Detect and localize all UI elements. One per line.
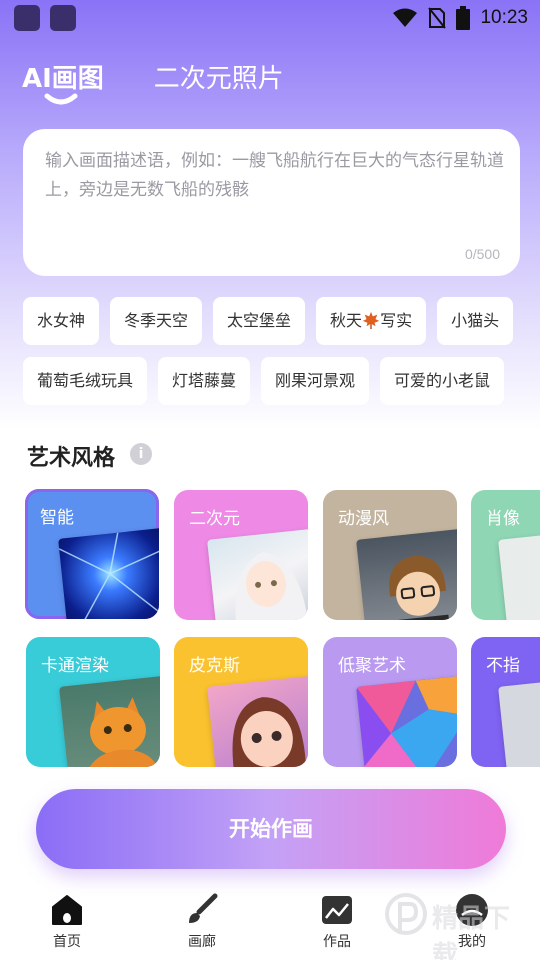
- style-thumbnail: [356, 675, 457, 767]
- cat-graphic: [86, 697, 159, 767]
- maple-leaf-icon: [362, 311, 380, 329]
- prompt-placeholder: 输入画面描述语，例如：一艘飞船航行在巨大的气态行星轨道上，旁边是无数飞船的残骸: [45, 151, 504, 200]
- style-card-cartoon-render[interactable]: 卡通渲染: [26, 637, 160, 767]
- app-notification-icon: [14, 5, 40, 31]
- style-thumbnail: [356, 528, 457, 620]
- nav-label: 作品: [323, 934, 351, 950]
- style-card-unspecified[interactable]: 不指: [471, 637, 540, 767]
- suggestion-chip[interactable]: 小猫头: [437, 297, 514, 345]
- low-poly-graphic: [356, 675, 457, 767]
- nav-label: 画廊: [188, 934, 216, 950]
- nav-item-gallery[interactable]: 画廊: [167, 893, 237, 951]
- app-notification-icon: [50, 5, 76, 31]
- style-card-comic[interactable]: 动漫风: [323, 490, 457, 620]
- home-icon: [52, 895, 82, 925]
- suggestion-row-2: 葡萄毛绒玩具 灯塔藤蔓 刚果河景观 可爱的小老鼠: [23, 357, 540, 405]
- style-thumbnail: [498, 675, 540, 767]
- art-style-title: 艺术风格: [27, 446, 116, 471]
- style-label: 低聚艺术: [338, 656, 406, 676]
- style-card-portrait[interactable]: 肖像: [471, 490, 540, 620]
- style-card-anime[interactable]: 二次元: [174, 490, 308, 620]
- nav-item-home[interactable]: 首页: [32, 893, 102, 951]
- style-label: 皮克斯: [189, 656, 240, 676]
- style-thumbnail: [498, 528, 540, 620]
- style-card-low-poly[interactable]: 低聚艺术: [323, 637, 457, 767]
- anime-boy-graphic: [389, 555, 451, 620]
- nav-item-works[interactable]: 作品: [302, 893, 372, 951]
- start-drawing-button[interactable]: 开始作画: [36, 789, 506, 869]
- status-bar: 10:23: [0, 0, 540, 36]
- pixar-girl-graphic: [232, 697, 306, 767]
- style-label: 二次元: [189, 509, 240, 529]
- no-sim-icon: [428, 7, 447, 29]
- watermark-logo-icon: [385, 893, 427, 935]
- watermark-text: 精品下载: [432, 904, 511, 960]
- light-burst-graphic: [58, 532, 159, 619]
- image-icon: [322, 896, 352, 924]
- tab-ai-draw[interactable]: AI画图: [22, 58, 104, 95]
- brush-icon: [189, 893, 218, 923]
- suggestion-chip[interactable]: 秋天 写实: [316, 297, 427, 345]
- style-label: 不指: [486, 656, 520, 676]
- suggestion-chip[interactable]: 灯塔藤蔓: [158, 357, 251, 405]
- style-thumbnail: [58, 527, 159, 619]
- style-card-smart[interactable]: 智能: [25, 489, 159, 619]
- info-icon[interactable]: i: [130, 443, 152, 465]
- nav-label: 首页: [53, 934, 81, 950]
- suggestion-chip[interactable]: 可爱的小老鼠: [380, 357, 505, 405]
- style-thumbnail: [59, 675, 160, 767]
- status-time: 10:23: [480, 7, 528, 28]
- mode-tabs: AI画图 二次元照片: [22, 58, 284, 95]
- suggestion-chip[interactable]: 水女神: [23, 297, 100, 345]
- suggestion-chip[interactable]: 葡萄毛绒玩具: [23, 357, 148, 405]
- style-label: 肖像: [486, 509, 520, 529]
- suggestion-chip[interactable]: 刚果河景观: [261, 357, 370, 405]
- style-thumbnail: [207, 675, 308, 767]
- style-label: 智能: [40, 508, 74, 528]
- suggestion-row-1: 水女神 冬季天空 太空堡垒 秋天 写实 小猫头: [23, 297, 540, 345]
- style-label: 卡通渲染: [41, 656, 109, 676]
- style-card-pixar[interactable]: 皮克斯: [174, 637, 308, 767]
- anime-girl-graphic: [235, 552, 308, 620]
- battery-icon: [456, 6, 471, 30]
- watermark: 精品下载: [384, 890, 534, 960]
- tab-anime-photo[interactable]: 二次元照片: [154, 58, 284, 95]
- prompt-input[interactable]: 输入画面描述语，例如：一艘飞船航行在巨大的气态行星轨道上，旁边是无数飞船的残骸 …: [23, 129, 520, 276]
- active-tab-indicator: [44, 93, 78, 105]
- style-thumbnail: [207, 528, 308, 620]
- suggestion-chip[interactable]: 冬季天空: [110, 297, 203, 345]
- wifi-icon: [393, 8, 418, 27]
- style-label: 动漫风: [338, 509, 389, 529]
- prompt-char-counter: 0/500: [464, 246, 500, 262]
- suggestion-chip[interactable]: 太空堡垒: [213, 297, 306, 345]
